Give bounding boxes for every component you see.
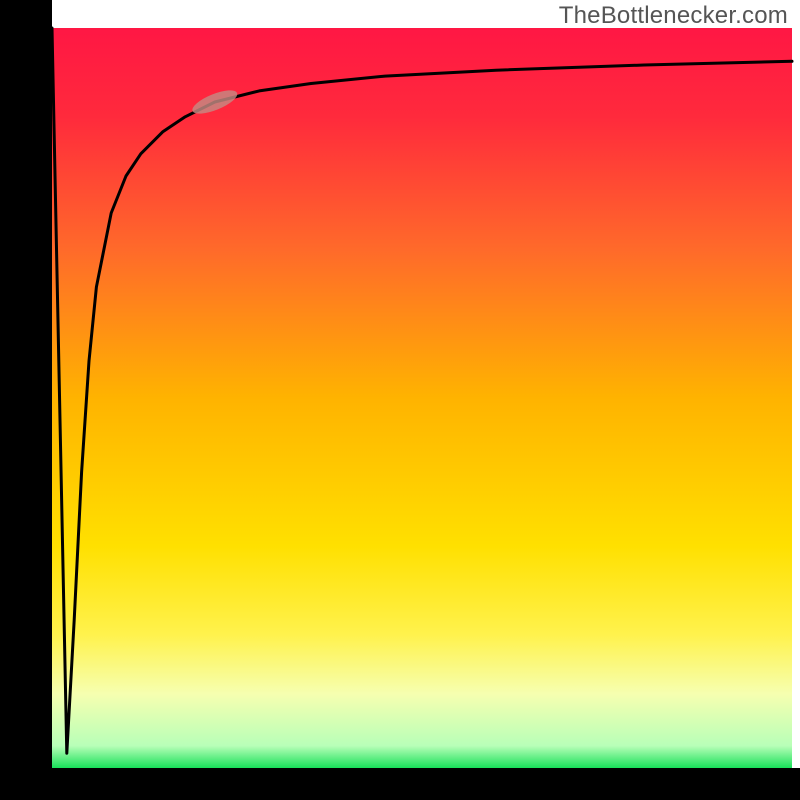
axis-left: [0, 0, 52, 800]
axis-right: [791, 28, 792, 768]
bottleneck-chart: [0, 0, 800, 800]
attribution-label: TheBottlenecker.com: [559, 2, 788, 30]
plot-gradient-area: [52, 28, 792, 768]
chart-container: { "attribution": "TheBottlenecker.com", …: [0, 0, 800, 800]
axis-bottom: [0, 768, 800, 800]
